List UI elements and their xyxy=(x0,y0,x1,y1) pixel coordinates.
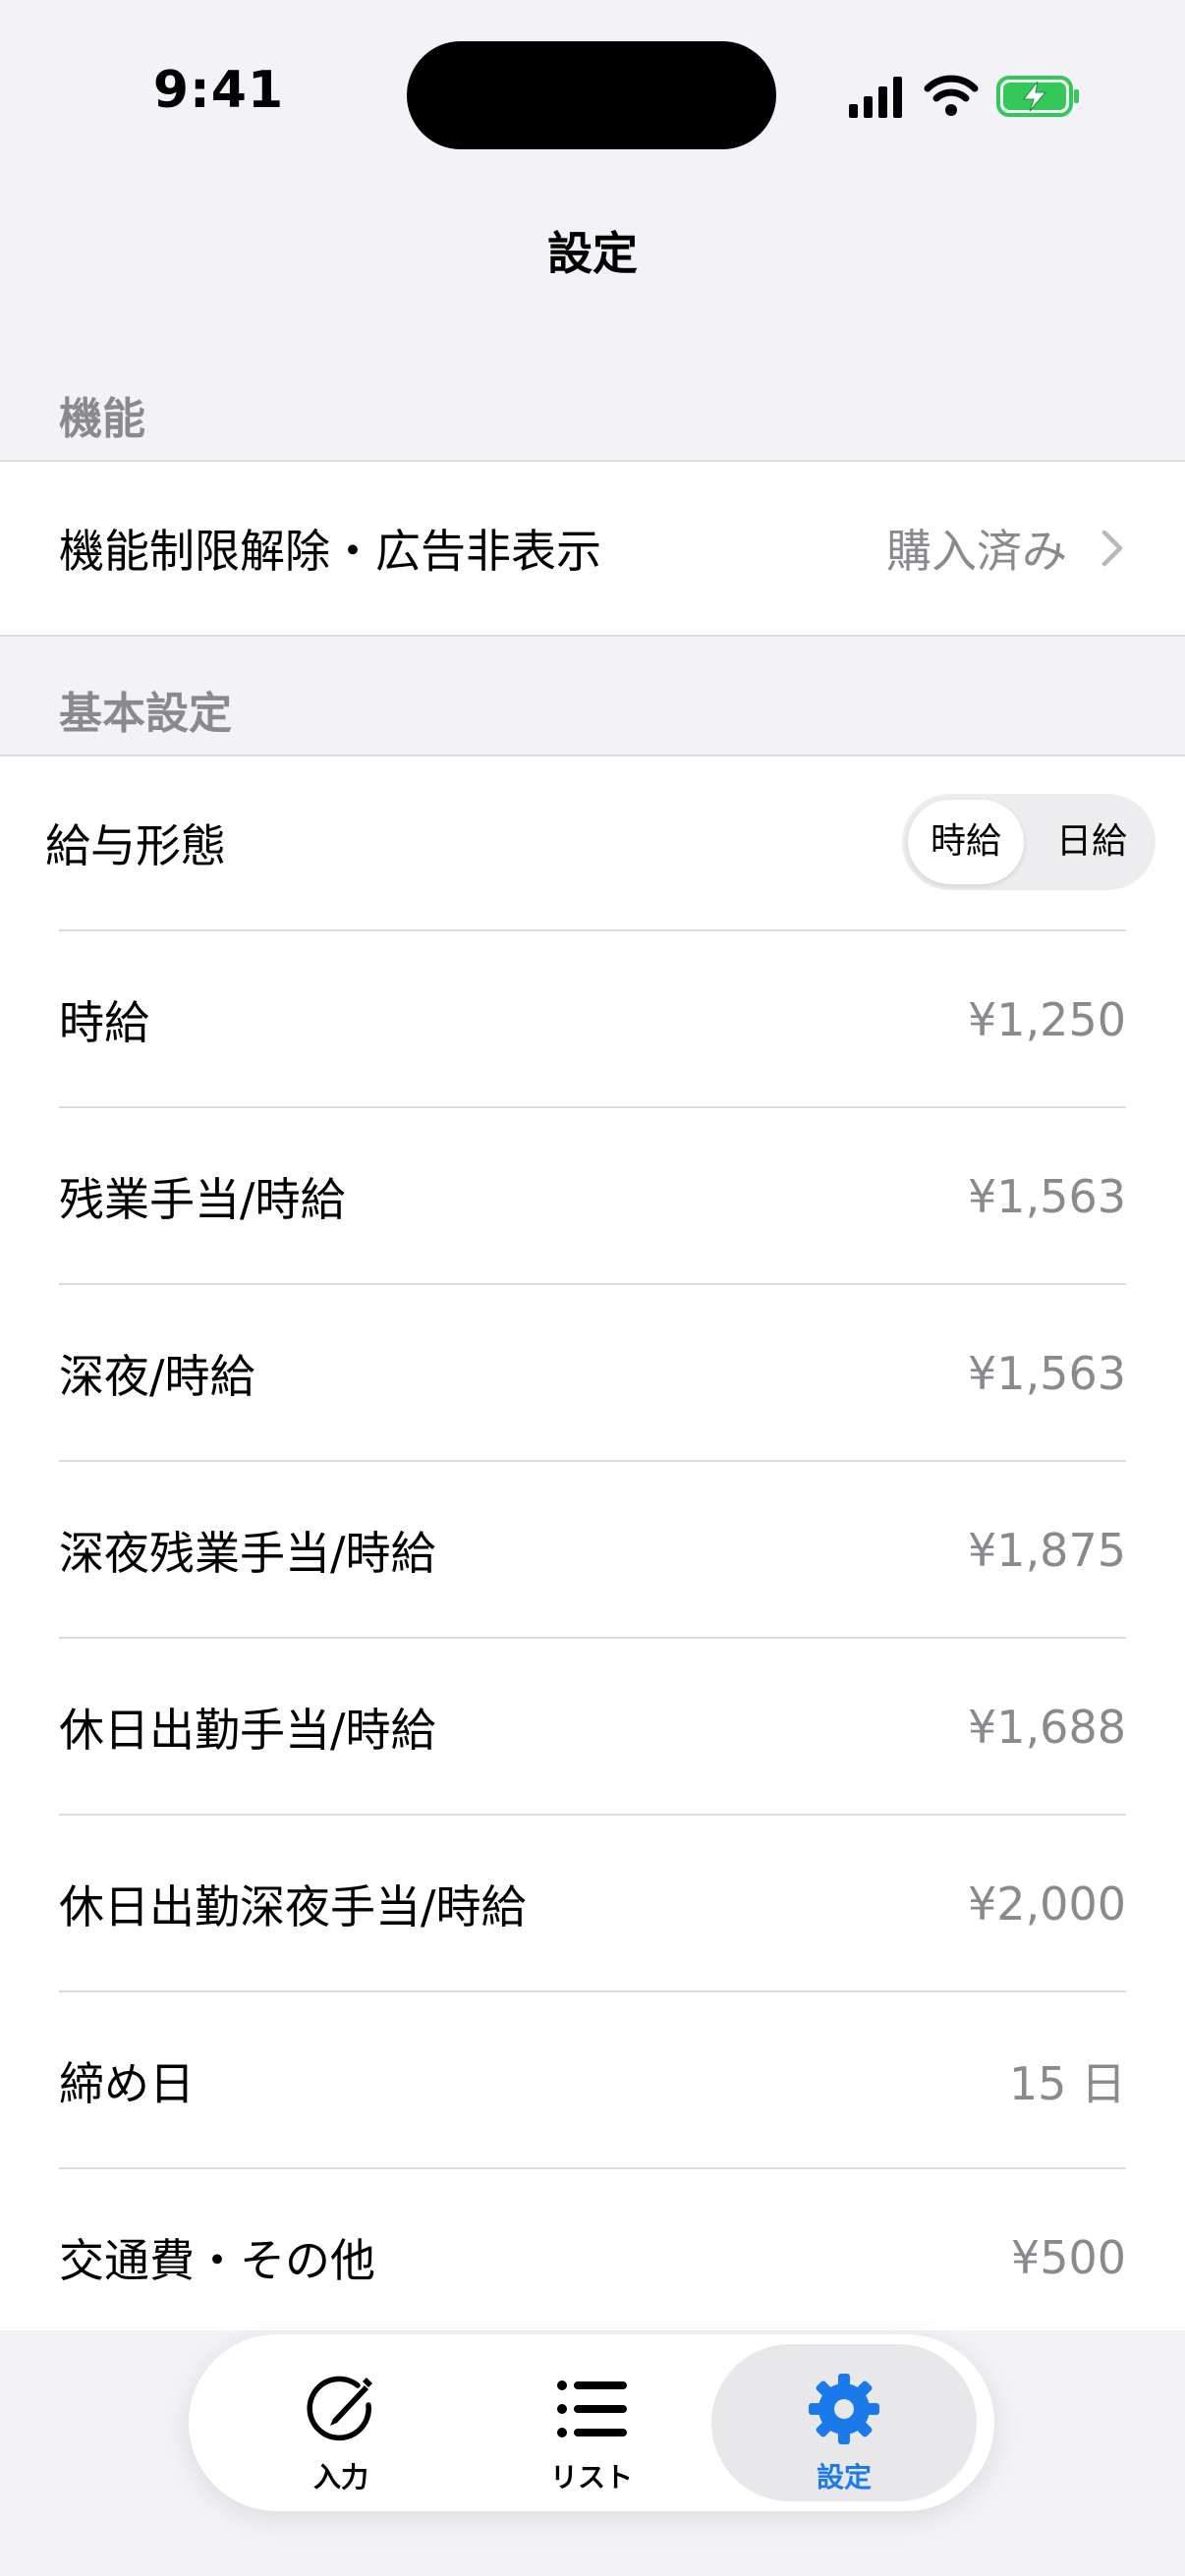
setting-row-hourly-wage[interactable]: 時給 ¥1,250 xyxy=(0,931,1185,1108)
setting-row-label: 締め日 xyxy=(59,2057,195,2110)
setting-row-value: ¥1,563 xyxy=(968,1170,1126,1223)
setting-row-label: 休日出勤手当/時給 xyxy=(59,1704,436,1757)
purchase-status: 購入済み xyxy=(886,525,1067,578)
tab-label: 入力 xyxy=(312,2461,368,2493)
tab-input[interactable]: 入力 xyxy=(208,2344,474,2501)
section-header-basic: 基本設定 xyxy=(59,689,232,739)
setting-row-value: 15 日 xyxy=(1008,2057,1126,2110)
purchase-row-label: 機能制限解除・広告非表示 xyxy=(59,525,601,578)
battery-charging-icon xyxy=(996,76,1079,117)
setting-row-value: ¥1,250 xyxy=(968,993,1126,1046)
setting-row-label: 残業手当/時給 xyxy=(59,1173,346,1226)
purchase-row[interactable]: 機能制限解除・広告非表示 購入済み xyxy=(0,460,1185,637)
wifi-icon xyxy=(924,75,979,116)
setting-row-label: 交通費・その他 xyxy=(59,2234,375,2287)
chevron-right-icon xyxy=(1101,530,1123,567)
pay-type-segmented-control: 時給 日給 xyxy=(902,794,1156,890)
pencil-circle-icon xyxy=(307,2376,372,2441)
tab-list[interactable]: リスト xyxy=(459,2344,724,2501)
page-title: 設定 xyxy=(547,227,638,280)
setting-row-value: ¥1,563 xyxy=(968,1347,1126,1400)
setting-row-label: 休日出勤深夜手当/時給 xyxy=(59,1880,527,1933)
status-bar: 9:41 xyxy=(0,0,1185,196)
setting-row-transport[interactable]: 交通費・その他 ¥500 xyxy=(0,2169,1185,2346)
segment-hourly[interactable]: 時給 xyxy=(908,800,1024,884)
setting-row-label: 深夜/時給 xyxy=(59,1350,255,1403)
tab-label: リスト xyxy=(549,2461,633,2493)
setting-row-night-wage[interactable]: 深夜/時給 ¥1,563 xyxy=(0,1285,1185,1462)
status-icons xyxy=(847,69,1083,124)
section-header-features: 機能 xyxy=(59,394,145,444)
setting-row-holiday-wage[interactable]: 休日出勤手当/時給 ¥1,688 xyxy=(0,1639,1185,1816)
gear-icon xyxy=(809,2374,879,2444)
pay-type-row: 給与形態 時給 日給 xyxy=(0,755,1185,931)
setting-row-overtime-wage[interactable]: 残業手当/時給 ¥1,563 xyxy=(0,1108,1185,1285)
setting-row-closing-day[interactable]: 締め日 15 日 xyxy=(0,1992,1185,2169)
setting-row-value: ¥2,000 xyxy=(968,1877,1126,1931)
tab-label: 設定 xyxy=(816,2461,872,2493)
setting-row-night-overtime-wage[interactable]: 深夜残業手当/時給 ¥1,875 xyxy=(0,1462,1185,1639)
list-icon xyxy=(557,2380,627,2437)
tab-bar: 入力 リスト 設定 xyxy=(189,2334,994,2511)
pay-type-label: 給与形態 xyxy=(45,819,226,872)
cellular-signal-icon xyxy=(849,77,902,118)
setting-row-value: ¥1,688 xyxy=(968,1701,1126,1754)
segment-daily[interactable]: 日給 xyxy=(1034,800,1150,884)
basic-settings-group: 給与形態 時給 日給 時給 ¥1,250 残業手当/時給 ¥1,563 深夜/時… xyxy=(0,755,1185,2425)
setting-row-value: ¥1,875 xyxy=(968,1524,1126,1577)
status-time: 9:41 xyxy=(152,61,285,120)
setting-row-holiday-night-wage[interactable]: 休日出勤深夜手当/時給 ¥2,000 xyxy=(0,1816,1185,1992)
features-group: 機能制限解除・広告非表示 購入済み xyxy=(0,460,1185,637)
setting-row-label: 深夜残業手当/時給 xyxy=(59,1527,436,1580)
setting-row-value: ¥500 xyxy=(1010,2231,1126,2284)
dynamic-island xyxy=(407,41,776,149)
setting-row-label: 時給 xyxy=(59,996,149,1049)
tab-settings[interactable]: 設定 xyxy=(711,2344,977,2501)
